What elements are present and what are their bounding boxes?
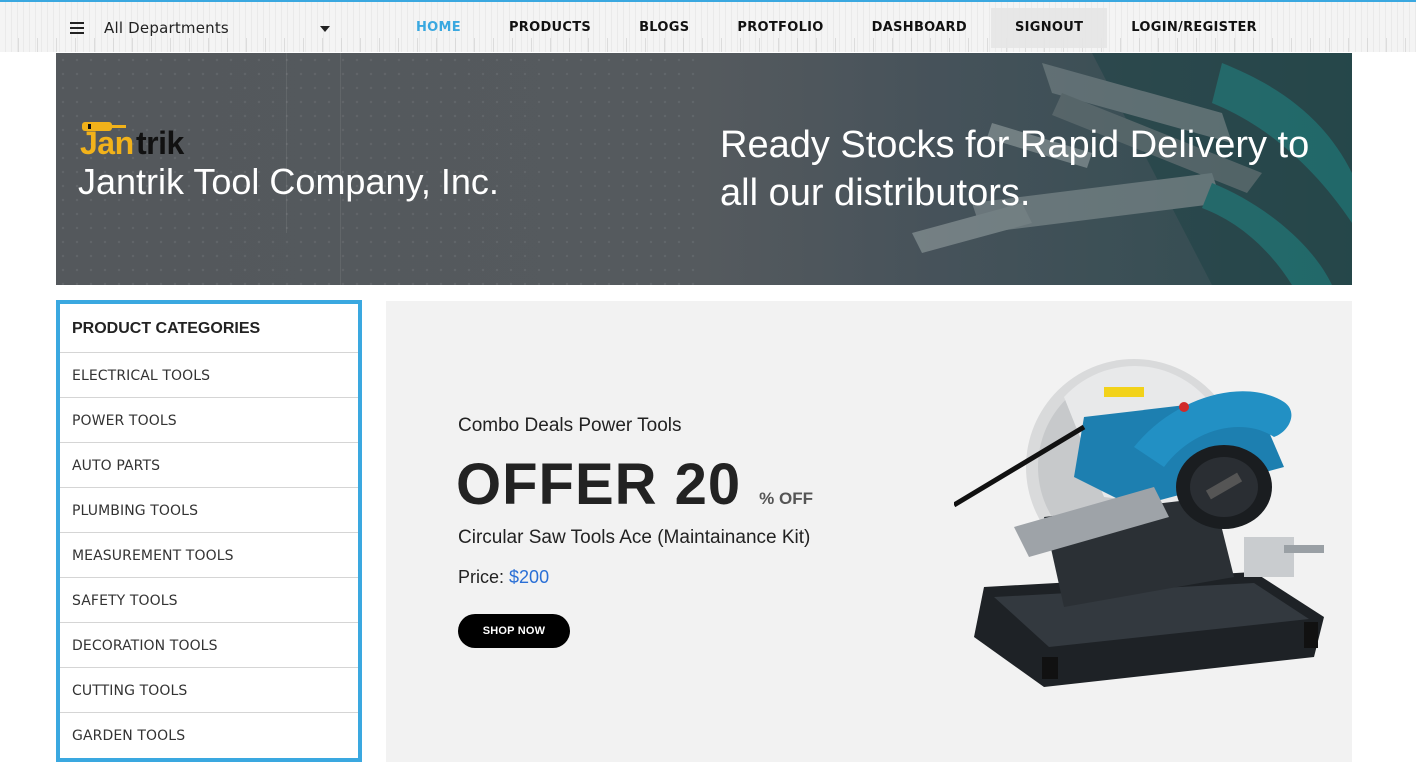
- nav-signout[interactable]: SIGNOUT: [990, 8, 1108, 48]
- circular-saw-product-image[interactable]: [954, 357, 1334, 707]
- hero-decor-line: [286, 53, 287, 233]
- offer-heading: OFFER 20 % OFF: [456, 451, 813, 518]
- top-navigation-bar: All Departments HOME PRODUCTS BLOGS PROT…: [0, 0, 1416, 52]
- nav-products[interactable]: PRODUCTS: [485, 8, 615, 48]
- categories-title: PRODUCT CATEGORIES: [60, 304, 358, 353]
- departments-label: All Departments: [104, 19, 229, 37]
- caret-down-icon[interactable]: [320, 26, 330, 32]
- departments-dropdown[interactable]: All Departments: [60, 8, 342, 48]
- nav-home[interactable]: HOME: [392, 8, 485, 48]
- price-value: $200: [509, 567, 550, 587]
- jantrik-logo: Jan trik: [80, 122, 220, 163]
- offer-unit: % OFF: [759, 489, 814, 508]
- category-power-tools[interactable]: POWER TOOLS: [60, 398, 358, 443]
- category-garden-tools[interactable]: GARDEN TOOLS: [60, 713, 358, 758]
- nav-dashboard[interactable]: DASHBOARD: [848, 8, 991, 48]
- offer-headline: OFFER 20: [456, 452, 742, 517]
- logo-text-trik: trik: [136, 125, 184, 161]
- nav-blogs[interactable]: BLOGS: [615, 8, 713, 48]
- category-cutting-tools[interactable]: CUTTING TOOLS: [60, 668, 358, 713]
- logo-text-jan: Jan: [80, 125, 134, 161]
- category-safety-tools[interactable]: SAFETY TOOLS: [60, 578, 358, 623]
- company-name: Jantrik Tool Company, Inc.: [78, 161, 499, 202]
- product-name: Circular Saw Tools Ace (Maintainance Kit…: [458, 527, 811, 548]
- product-categories-panel: PRODUCT CATEGORIES ELECTRICAL TOOLS POWE…: [56, 300, 362, 762]
- hero-tagline: Ready Stocks for Rapid Delivery to all o…: [720, 124, 1310, 214]
- price-row: Price: $200: [458, 567, 549, 588]
- category-auto-parts[interactable]: AUTO PARTS: [60, 443, 358, 488]
- hamburger-menu-icon[interactable]: [70, 22, 84, 34]
- price-label: Price:: [458, 567, 505, 587]
- deal-subtitle: Combo Deals Power Tools: [458, 415, 682, 436]
- category-plumbing-tools[interactable]: PLUMBING TOOLS: [60, 488, 358, 533]
- nav-portfolio[interactable]: PROTFOLIO: [713, 8, 847, 48]
- category-decoration-tools[interactable]: DECORATION TOOLS: [60, 623, 358, 668]
- nav-login-register[interactable]: LOGIN/REGISTER: [1107, 8, 1281, 48]
- main-nav: HOME PRODUCTS BLOGS PROTFOLIO DASHBOARD …: [392, 8, 1281, 48]
- category-electrical-tools[interactable]: ELECTRICAL TOOLS: [60, 353, 358, 398]
- shop-now-button[interactable]: SHOP NOW: [458, 614, 570, 648]
- category-measurement-tools[interactable]: MEASUREMENT TOOLS: [60, 533, 358, 578]
- hero-banner: Jan trik Jantrik Tool Company, Inc. Read…: [56, 53, 1352, 285]
- offer-panel: Combo Deals Power Tools OFFER 20 % OFF C…: [386, 301, 1352, 762]
